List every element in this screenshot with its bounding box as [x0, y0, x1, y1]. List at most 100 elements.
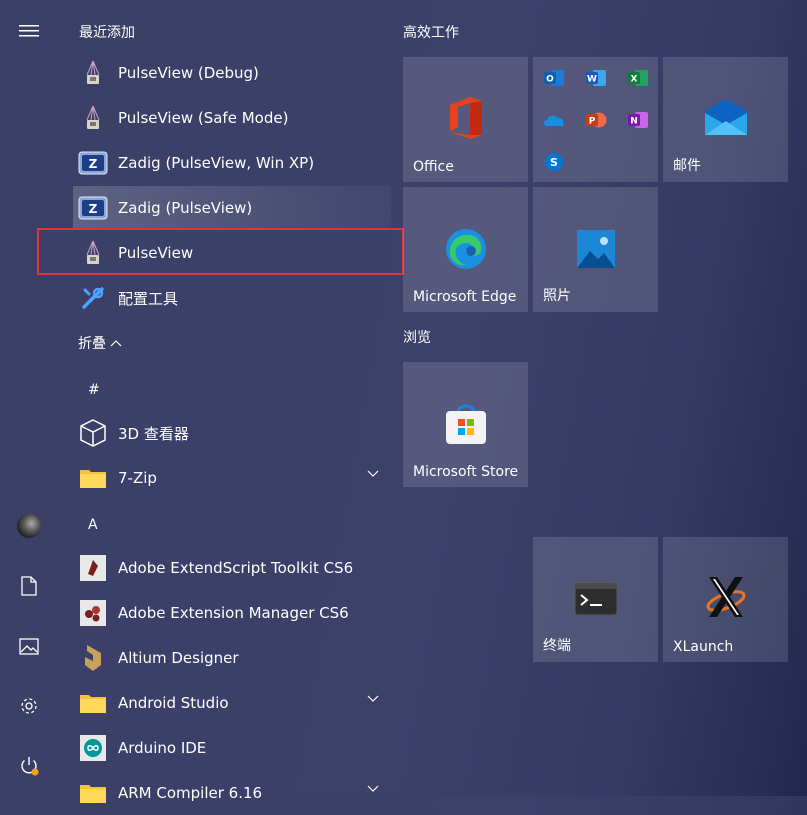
list-item-label: Altium Designer — [118, 649, 239, 667]
xlaunch-icon — [663, 575, 788, 619]
list-item-label: PulseView (Safe Mode) — [118, 109, 289, 127]
arduino-icon — [78, 733, 108, 763]
svg-text:Z: Z — [89, 157, 98, 171]
folder-icon — [78, 778, 108, 808]
adobe-extendscript-icon — [78, 553, 108, 583]
highlight-box — [37, 228, 404, 275]
tile-terminal[interactable]: 终端 — [533, 537, 658, 662]
power-button[interactable] — [8, 745, 50, 787]
outlook-icon: O — [543, 67, 565, 89]
tile-xlaunch[interactable]: XLaunch — [663, 537, 788, 662]
hamburger-menu-button[interactable] — [8, 10, 50, 52]
pictures-button[interactable] — [8, 625, 50, 667]
svg-text:X: X — [631, 75, 638, 85]
hamburger-icon — [19, 25, 39, 37]
tile-label: Microsoft Store — [413, 464, 519, 480]
word-icon: W — [585, 67, 607, 89]
user-account-button[interactable] — [8, 505, 50, 547]
mail-icon — [663, 97, 788, 137]
list-item-label: Zadig (PulseView) — [118, 199, 253, 217]
settings-button[interactable] — [8, 685, 50, 727]
app-list: 最近添加 PulseView (Debug) PulseView (Safe M… — [58, 0, 391, 803]
recently-added-header: 最近添加 — [79, 25, 135, 41]
list-item-zadig-winxp[interactable]: Z Zadig (PulseView, Win XP) — [73, 141, 391, 185]
folder-icon — [78, 688, 108, 718]
avatar — [17, 514, 41, 538]
list-item-label: Android Studio — [118, 694, 229, 712]
svg-text:S: S — [550, 156, 558, 169]
list-item-android-studio[interactable]: Android Studio — [73, 681, 391, 725]
list-item-label: Zadig (PulseView, Win XP) — [118, 154, 315, 172]
tile-label: 照片 — [543, 288, 571, 304]
list-item-arduino-ide[interactable]: Arduino IDE — [73, 726, 391, 770]
power-icon — [21, 757, 39, 776]
list-item-config-tool[interactable]: 配置工具 — [73, 276, 391, 320]
adobe-extension-manager-icon — [78, 598, 108, 628]
tile-microsoft-store[interactable]: Microsoft Store — [403, 362, 528, 487]
chevron-down-icon[interactable] — [367, 470, 379, 478]
tools-icon — [78, 283, 108, 313]
list-item-arm-compiler[interactable]: ARM Compiler 6.16 — [73, 771, 391, 815]
documents-button[interactable] — [8, 565, 50, 607]
list-item-label: PulseView (Debug) — [118, 64, 259, 82]
svg-text:P: P — [589, 117, 596, 127]
list-item-label: 配置工具 — [118, 289, 179, 308]
chevron-down-icon[interactable] — [367, 695, 379, 703]
tile-mail[interactable]: 邮件 — [663, 57, 788, 182]
pulseview-icon — [78, 58, 108, 88]
store-icon — [403, 402, 528, 446]
list-item-zadig[interactable]: Z Zadig (PulseView) — [73, 186, 391, 230]
tile-label: 终端 — [543, 638, 571, 654]
list-item-3d-viewer[interactable]: 3D 查看器 — [73, 411, 391, 455]
list-item-label: 3D 查看器 — [118, 424, 189, 443]
chevron-down-icon[interactable] — [367, 785, 379, 793]
tile-label: Microsoft Edge — [413, 289, 517, 305]
chevron-up-icon — [110, 340, 122, 347]
tile-label: XLaunch — [673, 639, 734, 655]
list-item-label: Adobe ExtendScript Toolkit CS6 — [118, 559, 354, 577]
tile-office-apps-folder[interactable]: O W X P N S — [533, 57, 658, 182]
list-item-7zip[interactable]: 7-Zip — [73, 456, 391, 500]
tile-label: Office — [413, 159, 454, 175]
pulseview-icon — [78, 103, 108, 133]
tile-office[interactable]: Office — [403, 57, 528, 182]
list-item-label: 7-Zip — [118, 469, 157, 487]
folder-icon — [78, 463, 108, 493]
zadig-icon: Z — [78, 193, 108, 223]
terminal-icon — [533, 582, 658, 616]
document-icon — [21, 576, 37, 596]
svg-text:Z: Z — [89, 202, 98, 216]
altium-icon — [78, 643, 108, 673]
svg-text:W: W — [587, 75, 597, 85]
tile-group-header-browse[interactable]: 浏览 — [403, 327, 431, 347]
list-item-adobe-extendscript[interactable]: Adobe ExtendScript Toolkit CS6 — [73, 546, 391, 590]
onenote-icon: N — [627, 109, 649, 131]
skype-icon: S — [543, 151, 565, 173]
svg-text:N: N — [630, 117, 638, 127]
list-item-label: ARM Compiler 6.16 — [118, 784, 263, 802]
zadig-icon: Z — [78, 148, 108, 178]
photos-icon — [533, 229, 658, 269]
cube-icon — [78, 418, 108, 448]
gear-icon — [21, 698, 37, 714]
section-header-hash[interactable]: # — [88, 382, 100, 398]
list-item-adobe-extension-manager[interactable]: Adobe Extension Manager CS6 — [73, 591, 391, 635]
start-rail — [0, 0, 58, 796]
tile-photos[interactable]: 照片 — [533, 187, 658, 312]
tile-label: 邮件 — [673, 158, 701, 174]
tile-microsoft-edge[interactable]: Microsoft Edge — [403, 187, 528, 312]
office-icon — [403, 95, 528, 141]
section-header-a[interactable]: A — [88, 517, 98, 533]
svg-text:O: O — [546, 75, 554, 85]
tile-group-header-productivity[interactable]: 高效工作 — [403, 22, 459, 42]
list-item-altium-designer[interactable]: Altium Designer — [73, 636, 391, 680]
powerpoint-icon: P — [585, 109, 607, 131]
list-item-pulseview-debug[interactable]: PulseView (Debug) — [73, 51, 391, 95]
excel-icon: X — [627, 67, 649, 89]
edge-icon — [403, 227, 528, 271]
collapse-label: 折叠 — [78, 336, 106, 352]
picture-icon — [19, 637, 39, 655]
list-item-label: Arduino IDE — [118, 739, 207, 757]
collapse-button[interactable]: 折叠 — [78, 333, 122, 353]
list-item-pulseview-safe-mode[interactable]: PulseView (Safe Mode) — [73, 96, 391, 140]
